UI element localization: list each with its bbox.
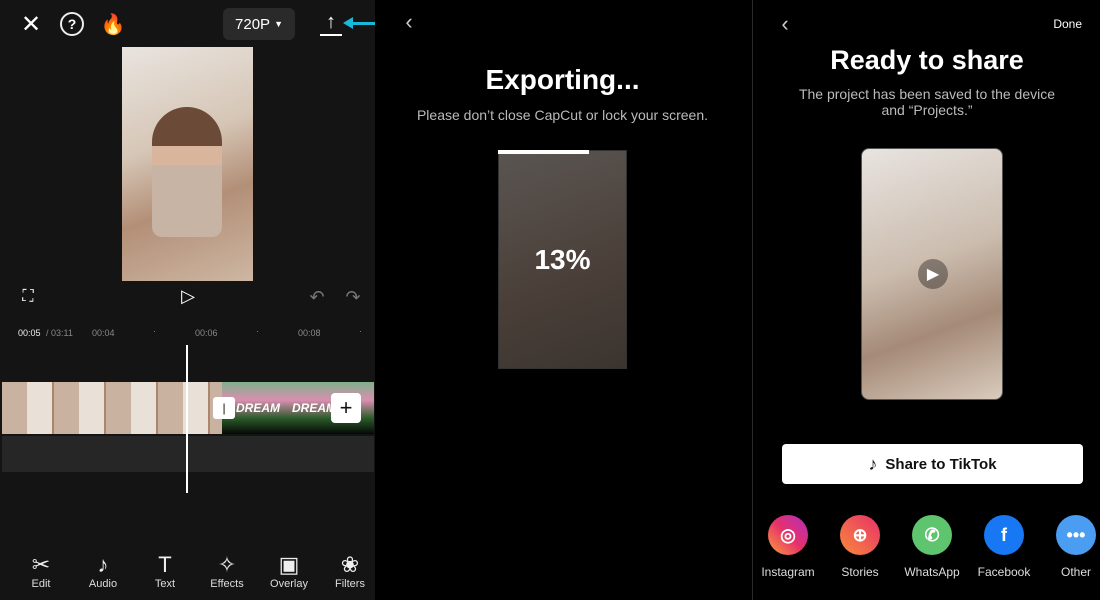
back-icon[interactable]: ‹ [399,9,419,34]
tool-edit[interactable]: ✂ Edit [11,552,71,590]
facebook-icon: f [984,515,1024,555]
video-clip[interactable] [2,382,222,434]
share-title: Ready to share [830,45,1024,75]
video-preview[interactable] [122,47,253,281]
current-time: 00:05 [18,328,41,338]
export-upload-icon[interactable]: ↑ [320,10,342,36]
audio-track-area[interactable] [2,436,374,472]
share-subtitle: The project has been saved to the device… [798,86,1056,118]
export-percent: 13% [534,244,591,275]
back-icon[interactable]: ‹ [777,11,793,36]
play-icon[interactable]: ▷ [178,285,198,307]
arrow-annotation-head [343,17,353,29]
tick-label: 00:08 [298,328,321,338]
transition-button[interactable]: | [213,397,235,419]
tool-overlay[interactable]: ▣ Overlay [259,552,319,590]
export-progress-bar [498,150,589,154]
playhead[interactable] [186,345,188,493]
tool-text[interactable]: T Text [135,552,195,590]
effects-star-icon: ✧ [217,552,237,577]
undo-icon[interactable]: ↶ [307,287,327,307]
music-note-icon: ♪ [97,552,109,577]
tick-label: 00:06 [195,328,218,338]
instagram-icon: ◎ [768,515,808,555]
play-icon[interactable]: ▶ [918,259,948,289]
exporting-subtitle: Please don’t close CapCut or lock your s… [416,107,709,123]
timeline-ruler: 00:05 / 03:11 00:04 · 00:06 · 00:08 · [18,326,362,338]
tool-filters[interactable]: ❀ Filters [320,552,380,590]
fullscreen-icon[interactable]: ⛶ [18,287,38,307]
share-panel: ‹ Done Ready to share The project has be… [752,0,1100,600]
exported-video-thumbnail[interactable]: ▶ [861,148,1003,400]
help-icon[interactable]: ? [60,12,84,36]
stories-icon: ⊕ [840,515,880,555]
exporting-panel: ‹ Exporting... Please don’t close CapCut… [375,0,750,600]
overlay-icon: ▣ [278,552,300,577]
whatsapp-icon: ✆ [912,515,952,555]
editor-panel: ✕ ? 🔥 720P ▼ ↑ ⛶ ▷ ↶ ↷ 00:05 / 03:11 00:0… [0,0,387,600]
share-stories[interactable]: ⊕ Stories [825,515,895,579]
video-track[interactable]: DREAM DREAM [2,382,374,434]
fire-icon[interactable]: 🔥 [101,12,126,36]
preview-person [152,107,222,237]
add-clip-button[interactable]: + [331,393,361,423]
tool-audio[interactable]: ♪ Audio [73,552,133,590]
caret-down-icon: ▼ [274,19,283,29]
redo-icon[interactable]: ↷ [343,287,363,307]
exporting-title: Exporting... [485,64,640,95]
share-whatsapp[interactable]: ✆ WhatsApp [897,515,967,579]
share-instagram[interactable]: ◎ Instagram [753,515,823,579]
more-icon: ••• [1056,515,1096,555]
scissors-icon: ✂ [31,552,51,577]
text-icon: T [158,552,172,577]
tool-effects[interactable]: ✧ Effects [197,552,257,590]
filters-icon: ❀ [340,552,360,577]
share-other[interactable]: ••• Other [1041,515,1100,579]
share-to-tiktok-button[interactable]: ♪ Share to TikTok [782,444,1083,484]
share-facebook[interactable]: f Facebook [969,515,1039,579]
total-time: / 03:11 [46,328,73,338]
done-button[interactable]: Done [1053,17,1082,31]
tick-label: 00:04 [92,328,115,338]
tiktok-icon: ♪ [868,453,878,474]
close-icon[interactable]: ✕ [18,11,44,38]
resolution-dropdown[interactable]: 720P ▼ [223,8,295,40]
